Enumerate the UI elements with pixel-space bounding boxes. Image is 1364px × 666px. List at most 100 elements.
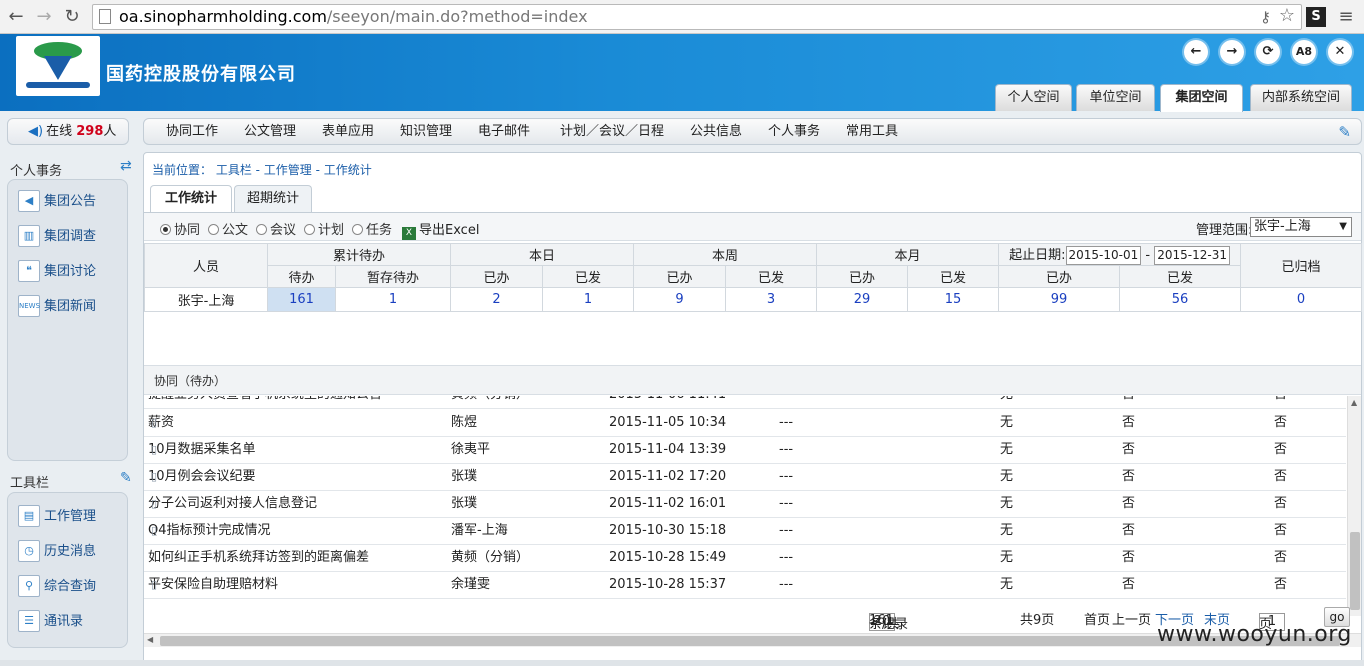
forward-icon[interactable]: → [32, 5, 56, 29]
watermark: www.wooyun.org [1157, 622, 1352, 647]
refresh-circle-icon[interactable]: ⟳ [1256, 40, 1280, 64]
stat-month-sent[interactable]: 15 [907, 287, 1000, 312]
radio-meeting[interactable]: 会议 [256, 219, 296, 238]
scroll-up-icon[interactable]: ▲ [1351, 398, 1357, 407]
stat-day-sent[interactable]: 1 [542, 287, 635, 312]
menu-personal-affairs[interactable]: 个人事务 [768, 119, 820, 144]
sidebar-item-news[interactable]: NEWS 集团新闻 [18, 295, 96, 321]
item-sender: 黄频（分销） [451, 396, 529, 408]
filter-bar: 协同 公文 会议 计划 任务 X 导出Excel 管理范围: 张宇-上海 ▼ [144, 213, 1361, 241]
online-count[interactable]: ◀) 在线 298人 [7, 118, 129, 145]
swap-icon[interactable]: ⇄ [120, 158, 132, 174]
item-col2: 否 [1122, 523, 1136, 538]
stat-day-done[interactable]: 2 [450, 287, 544, 312]
stat-range-done[interactable]: 99 [998, 287, 1121, 312]
browser-menu-icon[interactable]: ≡ [1336, 6, 1356, 28]
list-item[interactable]: Q4指标预计完成情况 ▯ 潘军-上海 2015-10-30 15:18 --- 无… [144, 518, 1346, 545]
item-deadline: --- [779, 550, 794, 565]
list-item[interactable]: 薪资 ▯ 陈煜 2015-11-05 10:34 --- 无 否 否 [144, 410, 1346, 437]
wrench-icon[interactable]: ✎ [1338, 123, 1351, 141]
scrollbar-thumb[interactable] [1350, 532, 1360, 610]
url-path: /seeyon/main.do?method=index [326, 7, 588, 26]
close-circle-icon[interactable]: ✕ [1328, 40, 1352, 64]
menu-forms[interactable]: 表单应用 [322, 119, 374, 144]
item-col1: 无 [1000, 396, 1013, 408]
news-icon: NEWS [18, 295, 40, 317]
item-col1: 无 [1000, 415, 1014, 430]
announcement-icon: ◀ [18, 190, 40, 212]
stat-range-sent[interactable]: 56 [1119, 287, 1242, 312]
menu-collaboration[interactable]: 协同工作 [166, 119, 218, 144]
item-col3: 否 [1274, 469, 1288, 484]
tab-unit-space[interactable]: 单位空间 [1076, 84, 1155, 111]
item-time: 2015-11-05 10:34 [609, 415, 727, 430]
extension-icon[interactable]: S [1306, 7, 1326, 27]
radio-plan[interactable]: 计划 [304, 219, 344, 238]
list-header: 协同（待办） [144, 365, 1361, 395]
first-page-link[interactable]: 首页 [1084, 609, 1110, 628]
radio-collaboration[interactable]: 协同 [160, 219, 200, 238]
list-item[interactable]: 10月例会会议纪要 ▯ 张璞 2015-11-02 17:20 --- 无 否 否 [144, 464, 1346, 491]
sidebar-item-survey[interactable]: ▥ 集团调查 [18, 225, 96, 251]
tab-internal-space[interactable]: 内部系统空间 [1250, 84, 1352, 111]
key-icon[interactable]: ⚷ [1260, 5, 1271, 29]
scroll-left-icon[interactable]: ◀ [147, 635, 153, 644]
radio-task[interactable]: 任务 [352, 219, 392, 238]
item-col3: 否 [1274, 496, 1288, 511]
export-excel-button[interactable]: X 导出Excel [402, 219, 479, 240]
sidebar-item-announcement[interactable]: ◀ 集团公告 [18, 190, 96, 216]
main-menu-bar: 协同工作 公文管理 表单应用 知识管理 电子邮件 计划／会议／日程 公共信息 个… [143, 118, 1362, 145]
list-item[interactable]: 提醒业务人员查看手机系统里的通知公告 黄频（分销） 2015-11-06 11:… [144, 396, 1346, 409]
menu-public-info[interactable]: 公共信息 [690, 119, 742, 144]
menu-documents[interactable]: 公文管理 [244, 119, 296, 144]
main-content: 当前位置： 工具栏 - 工作管理 - 工作统计 工作统计 超期统计 协同 公文 … [143, 152, 1363, 666]
list-item[interactable]: 平安保险自助理赔材料 ▯ 余瑾雯 2015-10-28 15:37 --- 无 否… [144, 572, 1346, 599]
item-time: 2015-10-28 15:37 [609, 577, 727, 592]
stat-draft[interactable]: 1 [334, 287, 452, 312]
scope-select[interactable]: 张宇-上海 ▼ [1250, 217, 1352, 237]
list-item[interactable]: 分子公司返利对接人信息登记 ▯ 张璞 2015-11-02 16:01 --- 无… [144, 491, 1346, 518]
sidebar-item-work-manage[interactable]: ▤ 工作管理 [18, 505, 96, 531]
header-person: 人员 [144, 243, 268, 288]
tab-overdue-stats[interactable]: 超期统计 [234, 185, 312, 213]
item-col3: 否 [1274, 442, 1288, 457]
menu-email[interactable]: 电子邮件 [478, 119, 530, 144]
stat-week-done[interactable]: 9 [633, 287, 727, 312]
sidebar-item-history[interactable]: ◷ 历史消息 [18, 540, 96, 566]
stat-month-done[interactable]: 29 [816, 287, 909, 312]
item-deadline: --- [779, 442, 794, 457]
date-to-field[interactable]: 2015-12-31 [1154, 246, 1230, 265]
item-title[interactable]: 如何纠正手机系统拜访签到的距离偏差 [148, 545, 369, 571]
menu-common-tools[interactable]: 常用工具 [846, 119, 898, 144]
sidebar-item-discussion[interactable]: ❝ 集团讨论 [18, 260, 96, 286]
a8-button[interactable]: A8 [1292, 40, 1316, 64]
radio-document[interactable]: 公文 [208, 219, 248, 238]
date-from-field[interactable]: 2015-10-01 [1065, 246, 1142, 265]
tab-work-stats[interactable]: 工作统计 [150, 185, 232, 214]
stat-week-sent[interactable]: 3 [725, 287, 818, 312]
star-icon[interactable]: ☆ [1279, 4, 1295, 28]
forward-circle-icon[interactable]: → [1220, 40, 1244, 64]
back-icon[interactable]: ← [4, 5, 28, 29]
menu-plan-meeting[interactable]: 计划／会议／日程 [560, 119, 664, 144]
address-bar[interactable]: oa.sinopharmholding.com/seeyon/main.do?m… [92, 4, 1302, 30]
item-col1: 无 [1000, 442, 1014, 457]
item-sender: 陈煜 [451, 415, 478, 430]
vertical-scrollbar[interactable]: ▲ [1347, 396, 1361, 616]
sidebar-item-address-book[interactable]: ☰ 通讯录 [18, 610, 83, 636]
back-circle-icon[interactable]: ← [1184, 40, 1208, 64]
list-item[interactable]: 10月数据采集名单 ▯ 徐夷平 2015-11-04 13:39 --- 无 否 … [144, 437, 1346, 464]
list-item[interactable]: 如何纠正手机系统拜访签到的距离偏差 黄频（分销） 2015-10-28 15:4… [144, 545, 1346, 572]
prev-page-link[interactable]: 上一页 [1112, 609, 1151, 628]
item-sender: 徐夷平 [451, 442, 491, 457]
sidebar-item-search[interactable]: ⚲ 综合查询 [18, 575, 96, 601]
tab-personal-space[interactable]: 个人空间 [995, 84, 1072, 111]
tool-wrench-icon[interactable]: ✎ [120, 470, 132, 486]
attachment-icon: ▯ [151, 524, 158, 537]
item-title[interactable]: 提醒业务人员查看手机系统里的通知公告 [148, 396, 382, 408]
menu-knowledge[interactable]: 知识管理 [400, 119, 452, 144]
stat-pending[interactable]: 161 [267, 287, 336, 312]
stat-archived[interactable]: 0 [1240, 287, 1363, 312]
tab-group-space[interactable]: 集团空间 [1160, 84, 1243, 112]
reload-icon[interactable]: ↻ [60, 5, 84, 29]
